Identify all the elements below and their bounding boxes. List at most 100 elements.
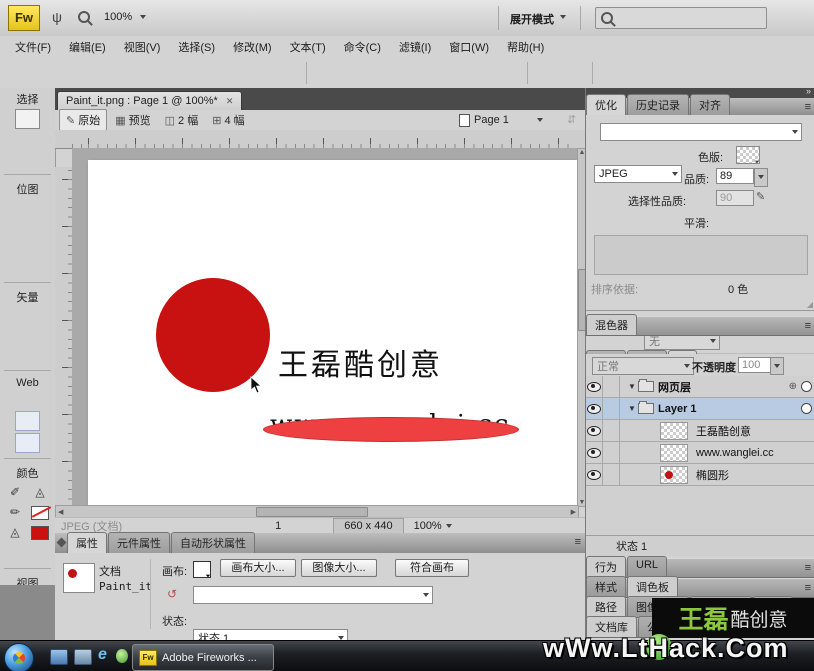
layer-thumbnail[interactable] bbox=[660, 466, 688, 484]
lock-cell[interactable] bbox=[603, 420, 620, 441]
expand-mode-button[interactable]: 展开模式 bbox=[510, 11, 554, 27]
collapse-panel-icon[interactable] bbox=[57, 538, 67, 548]
eraser-tool[interactable] bbox=[29, 239, 52, 257]
panel-tab[interactable]: URL bbox=[627, 556, 667, 577]
visibility-toggle[interactable] bbox=[586, 398, 603, 419]
menu-item[interactable]: 命令(C) bbox=[335, 36, 390, 58]
menu-item[interactable]: 编辑(E) bbox=[60, 36, 115, 58]
zoom-caret-icon[interactable] bbox=[140, 15, 146, 19]
active-layer-circle[interactable] bbox=[801, 381, 812, 392]
print-button[interactable] bbox=[144, 62, 168, 84]
hide-slices-button[interactable] bbox=[15, 411, 40, 431]
panel-tab[interactable]: 调色板 bbox=[627, 576, 678, 597]
visibility-toggle[interactable] bbox=[586, 442, 603, 463]
crop-tool[interactable] bbox=[16, 151, 39, 169]
export-area-button[interactable] bbox=[534, 62, 558, 84]
swap-colors-button[interactable] bbox=[36, 545, 49, 563]
knife-tool[interactable] bbox=[29, 347, 52, 365]
import-button[interactable] bbox=[92, 62, 116, 84]
marquee-tool[interactable] bbox=[4, 199, 27, 217]
flip-vertical-button[interactable] bbox=[677, 62, 701, 84]
matte-swatch[interactable] bbox=[736, 146, 760, 164]
export-format-dropdown[interactable]: JPEG bbox=[594, 165, 682, 183]
scroll-right-arrow[interactable]: ▶ bbox=[571, 508, 576, 516]
object-row-title[interactable]: 王磊酷创意 ⊕ bbox=[586, 420, 814, 442]
paint-bucket-tool[interactable]: ◬ bbox=[29, 483, 52, 501]
send-back-button[interactable] bbox=[495, 62, 519, 84]
magic-wand-tool[interactable] bbox=[4, 219, 27, 237]
collapse-to-icons-icon[interactable]: » bbox=[806, 86, 811, 96]
mixer-tab[interactable]: 混色器 bbox=[586, 314, 637, 335]
new-button[interactable] bbox=[14, 62, 38, 84]
panel-tab[interactable]: 历史记录 bbox=[627, 94, 689, 115]
fill-color-well[interactable] bbox=[29, 523, 52, 541]
blur-tool[interactable] bbox=[4, 259, 27, 277]
menu-item[interactable]: 修改(M) bbox=[224, 36, 281, 58]
visibility-toggle[interactable] bbox=[586, 464, 603, 485]
zoom-indicator-caret-icon[interactable] bbox=[446, 524, 452, 528]
expand-mode-caret-icon[interactable] bbox=[560, 15, 566, 19]
line-tool[interactable] bbox=[4, 307, 27, 325]
lock-cell[interactable] bbox=[603, 442, 620, 463]
canvas-color-swatch[interactable] bbox=[193, 561, 211, 578]
bring-front-button[interactable] bbox=[417, 62, 441, 84]
expand-twisty-icon[interactable]: ▼ bbox=[628, 404, 638, 413]
panel-menu-icon[interactable]: ≡ bbox=[805, 562, 811, 574]
fill-icon[interactable]: ◬ bbox=[4, 523, 27, 541]
menu-item[interactable]: 视图(V) bbox=[115, 36, 170, 58]
fit-canvas-button[interactable]: 符合画布 bbox=[395, 559, 469, 577]
view-preview-button[interactable]: ▦ 预览 bbox=[109, 109, 156, 131]
eyedropper-tool[interactable]: ✐ bbox=[4, 483, 27, 501]
lock-cell[interactable] bbox=[603, 464, 620, 485]
hotspot-tool[interactable] bbox=[29, 391, 52, 409]
pen-tool[interactable] bbox=[29, 307, 52, 325]
send-backward-button[interactable] bbox=[469, 62, 493, 84]
text-tool[interactable] bbox=[29, 327, 52, 345]
fireworks-task-button[interactable]: Fw Adobe Fireworks ... bbox=[132, 644, 274, 671]
selective-quality-input[interactable]: 90 bbox=[716, 190, 754, 206]
panel-tab[interactable]: 样式 bbox=[586, 576, 626, 597]
cut-button[interactable] bbox=[222, 62, 246, 84]
undo-button[interactable] bbox=[170, 62, 194, 84]
ellipse-tool[interactable] bbox=[4, 327, 27, 345]
red-circle-object[interactable] bbox=[156, 278, 270, 392]
panel-menu-icon[interactable]: ≡ bbox=[575, 536, 581, 548]
rotate-button[interactable] bbox=[625, 62, 649, 84]
freeform-tool[interactable] bbox=[4, 347, 27, 365]
horizontal-scroll-thumb[interactable] bbox=[256, 507, 368, 517]
punch-button[interactable] bbox=[391, 62, 415, 84]
paste-button[interactable] bbox=[274, 62, 298, 84]
scroll-left-arrow[interactable]: ◀ bbox=[58, 508, 63, 516]
save-button[interactable] bbox=[40, 62, 64, 84]
start-button[interactable] bbox=[4, 643, 34, 671]
layer-row-web[interactable]: ▼ 网页层 ⊕ bbox=[586, 376, 814, 398]
menu-item[interactable]: 选择(S) bbox=[169, 36, 224, 58]
properties-tab[interactable]: 元件属性 bbox=[108, 532, 170, 553]
menu-item[interactable]: 帮助(H) bbox=[498, 36, 553, 58]
panel-tab[interactable]: 优化 bbox=[586, 94, 626, 115]
pencil-tool[interactable] bbox=[4, 239, 27, 257]
layer-thumbnail[interactable] bbox=[660, 444, 688, 462]
canvas-page[interactable]: 王磊酷创意 www.wanglei.cc bbox=[88, 160, 577, 505]
copy-button[interactable] bbox=[248, 62, 272, 84]
redo-button[interactable] bbox=[196, 62, 220, 84]
panel-tab[interactable]: 路径 bbox=[586, 596, 626, 617]
visibility-toggle[interactable] bbox=[586, 420, 603, 441]
panel-menu-icon[interactable]: ≡ bbox=[805, 582, 811, 594]
page-selector[interactable]: Page 1 bbox=[455, 112, 568, 128]
show-desktop-icon[interactable] bbox=[50, 649, 68, 665]
view-original-button[interactable]: ✎ 原始 bbox=[59, 109, 107, 131]
object-row-ellipse[interactable]: 椭圆形 ⊕ bbox=[586, 464, 814, 486]
open-button[interactable] bbox=[66, 62, 90, 84]
image-size-button[interactable]: 图像大小... bbox=[301, 559, 377, 577]
properties-tab[interactable]: 属性 bbox=[67, 532, 107, 553]
quality-input[interactable]: 89 bbox=[716, 168, 754, 184]
panel-menu-icon[interactable]: ≡ bbox=[805, 101, 811, 113]
canvas-viewport[interactable]: 王磊酷创意 www.wanglei.cc bbox=[72, 148, 577, 505]
layer-thumbnail[interactable] bbox=[660, 422, 688, 440]
default-colors-button[interactable] bbox=[6, 545, 19, 563]
group-button[interactable] bbox=[313, 62, 337, 84]
saved-settings-dropdown[interactable] bbox=[600, 123, 802, 141]
menu-item[interactable]: 文本(T) bbox=[281, 36, 335, 58]
view-4up-button[interactable]: ⊞ 4 幅 bbox=[206, 109, 250, 131]
